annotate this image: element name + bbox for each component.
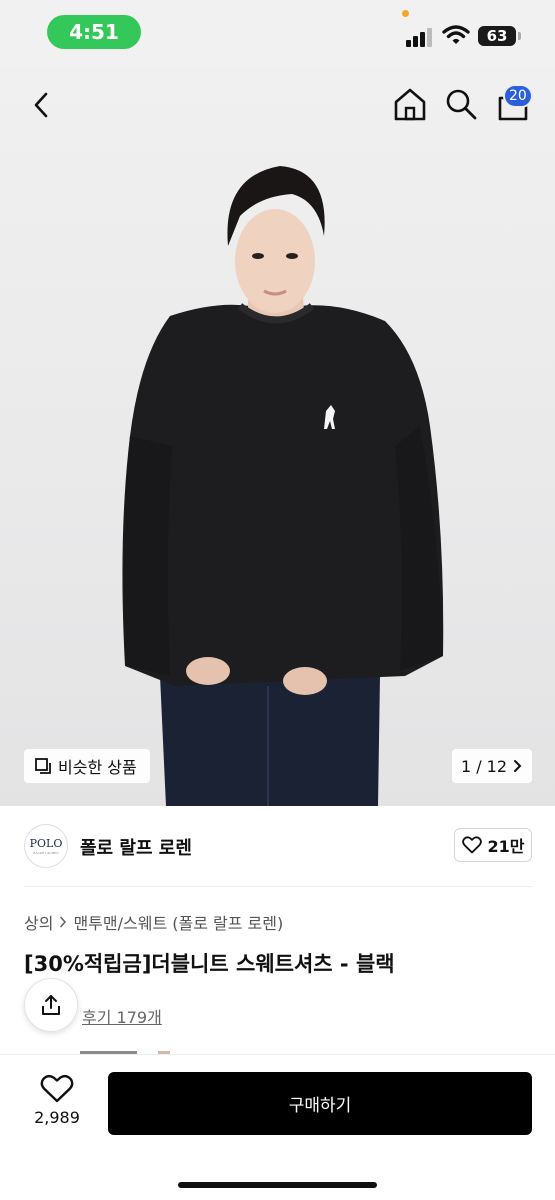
battery-cap bbox=[518, 32, 521, 40]
similar-products-button[interactable]: 비슷한 상품 bbox=[24, 749, 150, 783]
image-counter[interactable]: 1 / 12 bbox=[452, 749, 532, 783]
privacy-indicator bbox=[402, 10, 409, 17]
breadcrumb-subcategory[interactable]: 맨투맨/스웨트 (폴로 랄프 로렌) bbox=[73, 910, 283, 934]
product-photo bbox=[122, 166, 444, 806]
heart-icon[interactable] bbox=[40, 1074, 74, 1104]
status-bar: 4:51 63 bbox=[0, 0, 555, 66]
similar-icon bbox=[35, 758, 51, 774]
chevron-right-icon bbox=[60, 916, 67, 928]
product-title: [30%적립금]더블니트 스웨트셔츠 - 블랙 bbox=[24, 952, 395, 976]
brand-like-button[interactable]: 21만 bbox=[454, 828, 532, 862]
back-button[interactable] bbox=[26, 88, 56, 122]
breadcrumb-category[interactable]: 상의 bbox=[24, 910, 53, 934]
breadcrumb: 상의 맨투맨/스웨트 (폴로 랄프 로렌) bbox=[24, 910, 283, 934]
cellular-signal-icon bbox=[406, 28, 432, 47]
home-indicator bbox=[178, 1182, 377, 1188]
reviews-link[interactable]: 후기 179개 bbox=[82, 1004, 162, 1028]
buy-button[interactable]: 구매하기 bbox=[108, 1072, 532, 1135]
search-icon[interactable] bbox=[444, 86, 478, 122]
cart-count-badge: 20 bbox=[503, 84, 533, 108]
brand-logo-subtext: RALPH LAUREN bbox=[33, 851, 59, 855]
similar-products-label: 비슷한 상품 bbox=[58, 758, 137, 777]
share-button[interactable] bbox=[24, 978, 78, 1032]
brand-like-count: 21만 bbox=[487, 837, 525, 856]
wifi-icon bbox=[442, 25, 470, 44]
image-counter-text: 1 / 12 bbox=[460, 756, 508, 776]
battery-level: 63 bbox=[478, 26, 516, 46]
section-divider bbox=[24, 886, 532, 887]
brand-logo-text: POLO bbox=[29, 837, 63, 850]
share-icon bbox=[42, 995, 60, 1015]
wishlist-count: 2,989 bbox=[34, 1108, 80, 1127]
home-icon[interactable] bbox=[392, 86, 428, 122]
brand-logo[interactable]: POLO RALPH LAUREN bbox=[24, 824, 68, 868]
heart-icon bbox=[461, 836, 482, 854]
status-time: 4:51 bbox=[47, 15, 141, 49]
brand-row: POLO RALPH LAUREN 폴로 랄프 로렌 21만 bbox=[24, 822, 532, 870]
product-image-gallery[interactable]: 20 비슷한 상품 1 / 12 bbox=[0, 66, 555, 806]
brand-name[interactable]: 폴로 랄프 로렌 bbox=[80, 834, 192, 860]
back-icon bbox=[34, 92, 48, 118]
chevron-right-icon bbox=[514, 760, 522, 772]
